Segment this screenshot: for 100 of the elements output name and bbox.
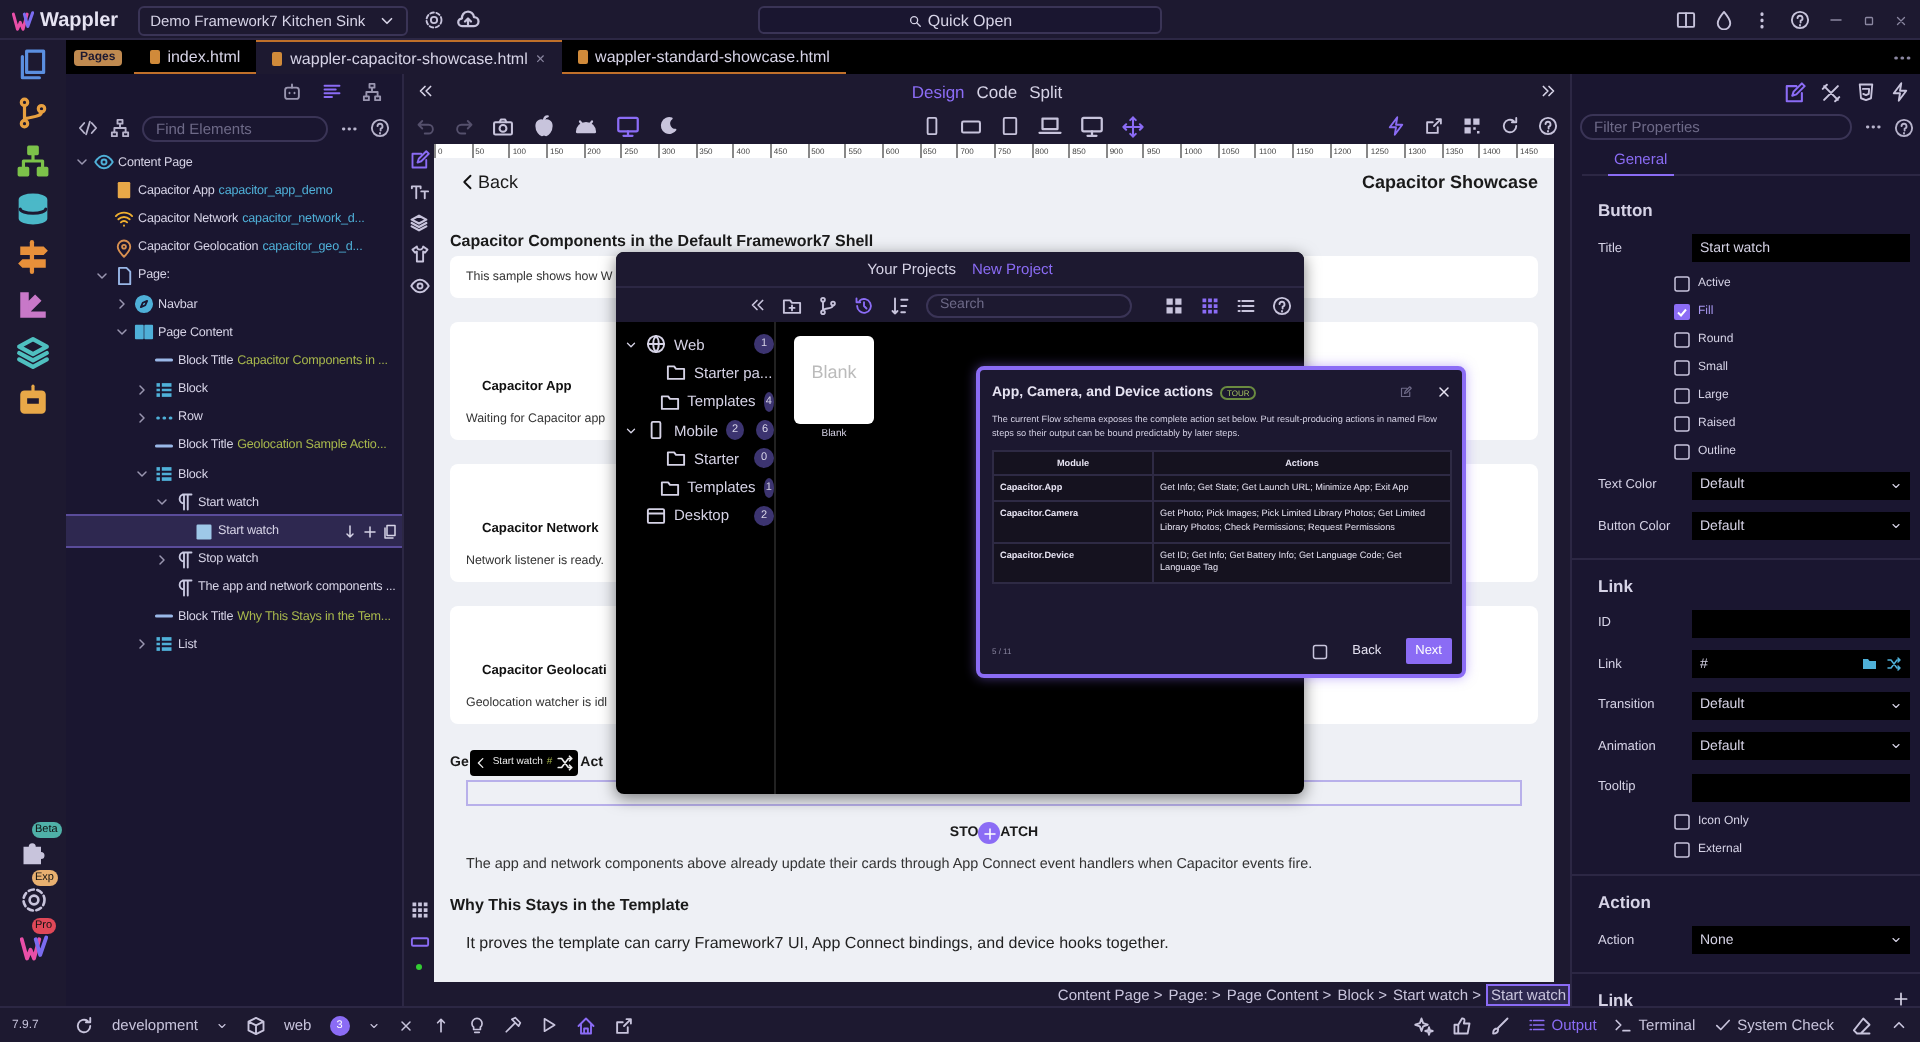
folder-icon[interactable]: [1862, 656, 1878, 673]
thumbs-up-icon[interactable]: [1451, 1015, 1472, 1035]
sitemap-icon[interactable]: [110, 118, 130, 138]
brush-icon[interactable]: [1489, 1015, 1510, 1035]
view-mode-tab[interactable]: Code: [976, 81, 1018, 101]
expand-caret-icon[interactable]: [134, 409, 150, 426]
edit-icon[interactable]: [1784, 81, 1806, 103]
structure-icon[interactable]: [322, 82, 342, 102]
caret-icon[interactable]: [367, 1019, 380, 1031]
checkbox[interactable]: [1674, 359, 1690, 375]
share-icon[interactable]: [613, 1015, 634, 1035]
home-icon[interactable]: [575, 1015, 596, 1035]
sync-icon[interactable]: [74, 1015, 94, 1035]
back-icon[interactable]: [474, 755, 489, 769]
add-icon[interactable]: [1892, 990, 1910, 1006]
help-icon[interactable]: [1894, 117, 1914, 137]
checkbox[interactable]: [1674, 842, 1690, 858]
text-field[interactable]: [1692, 609, 1910, 638]
expand-caret-icon[interactable]: [134, 636, 150, 653]
android-icon[interactable]: [574, 114, 598, 138]
quick-open-field[interactable]: Quick Open: [758, 6, 1162, 34]
help-icon[interactable]: [370, 118, 390, 138]
text-field[interactable]: [1692, 773, 1910, 802]
close-icon[interactable]: [397, 1017, 414, 1033]
collapse-caret-icon[interactable]: [624, 423, 638, 438]
add-button[interactable]: [978, 822, 1001, 844]
text-icon[interactable]: [409, 182, 429, 202]
share-icon[interactable]: [1424, 116, 1444, 136]
phone-icon[interactable]: [921, 116, 941, 136]
collapse-caret-icon[interactable]: [154, 494, 170, 511]
apple-icon[interactable]: [532, 114, 556, 138]
qr-icon[interactable]: [1462, 116, 1482, 136]
tools-icon[interactable]: [1820, 81, 1842, 103]
shirt-icon[interactable]: [409, 244, 429, 264]
tablet-icon[interactable]: [999, 116, 1019, 136]
split-view-icon[interactable]: [1676, 10, 1696, 30]
move-down-icon[interactable]: [342, 523, 358, 540]
layout-icon[interactable]: [409, 932, 429, 952]
code-icon[interactable]: [78, 118, 98, 138]
branch-icon[interactable]: [16, 95, 50, 129]
copy-icon[interactable]: [382, 523, 398, 540]
expand-caret-icon[interactable]: [114, 296, 130, 313]
collapse-caret-icon[interactable]: [94, 267, 110, 284]
shuffle-icon[interactable]: [1886, 656, 1902, 673]
list-icon[interactable]: [1236, 295, 1256, 315]
collapse-caret-icon[interactable]: [74, 154, 90, 171]
help-icon[interactable]: [1272, 295, 1292, 315]
help-icon[interactable]: [1538, 116, 1558, 136]
monitor-icon[interactable]: [1079, 114, 1103, 138]
upload-icon[interactable]: [431, 1016, 450, 1034]
file-tab[interactable]: wappler-capacitor-showcase.html ×: [256, 40, 562, 74]
layers-icon[interactable]: [410, 214, 428, 232]
collapse-caret-icon[interactable]: [134, 466, 150, 483]
collapse-icon[interactable]: [748, 296, 766, 314]
back-link[interactable]: Back: [458, 172, 519, 192]
expand-caret-icon[interactable]: [154, 551, 170, 568]
play-icon[interactable]: [539, 1016, 558, 1034]
collapse-left-icon[interactable]: [416, 82, 434, 100]
collapse-caret-icon[interactable]: [624, 337, 638, 352]
database-icon[interactable]: [16, 191, 50, 225]
new-folder-icon[interactable]: [782, 295, 802, 315]
bolt-icon[interactable]: [1386, 116, 1406, 136]
help-icon[interactable]: [1790, 10, 1810, 30]
view-mode-tab[interactable]: Split: [1029, 81, 1063, 101]
camera-icon[interactable]: [492, 115, 514, 137]
sparkle-icon[interactable]: [1413, 1015, 1434, 1035]
robot-icon[interactable]: [282, 82, 302, 102]
maximize-icon[interactable]: [1862, 13, 1876, 27]
expand-caret-icon[interactable]: [134, 381, 150, 398]
history-icon[interactable]: [854, 295, 874, 315]
branch-icon[interactable]: [818, 295, 838, 315]
palette-icon[interactable]: [16, 287, 50, 321]
collapse-caret-icon[interactable]: [114, 324, 130, 341]
caret-icon[interactable]: [215, 1019, 228, 1031]
cube-icon[interactable]: [245, 1015, 266, 1035]
checkbox[interactable]: [1674, 814, 1690, 830]
drop-icon[interactable]: [1714, 10, 1734, 30]
bolt-icon[interactable]: [1890, 82, 1910, 102]
checkbox[interactable]: [1674, 275, 1690, 291]
view-mode-tab[interactable]: Design: [911, 81, 965, 101]
tablet-landscape-icon[interactable]: [959, 115, 981, 137]
dark-mode-icon[interactable]: [658, 116, 678, 136]
laptop-icon[interactable]: [1037, 114, 1061, 138]
edit-icon[interactable]: [409, 150, 429, 170]
expand-right-icon[interactable]: [1540, 82, 1558, 100]
flow-icon[interactable]: [16, 143, 50, 177]
bulb-icon[interactable]: [467, 1016, 486, 1034]
hammer-icon[interactable]: [503, 1016, 522, 1034]
settings-icon[interactable]: [19, 886, 47, 914]
eraser-icon[interactable]: [1852, 1015, 1872, 1035]
large-grid-icon[interactable]: [1164, 295, 1184, 315]
add-icon[interactable]: [362, 523, 378, 540]
sort-icon[interactable]: [890, 295, 910, 315]
refresh-icon[interactable]: [1500, 116, 1520, 136]
puzzle-icon[interactable]: [19, 838, 47, 866]
settings-icon[interactable]: [423, 10, 444, 30]
logo-icon[interactable]: [19, 934, 47, 962]
desktop-icon[interactable]: [616, 114, 640, 138]
css-icon[interactable]: [1856, 82, 1876, 102]
chevron-up-icon[interactable]: [1890, 1016, 1908, 1034]
